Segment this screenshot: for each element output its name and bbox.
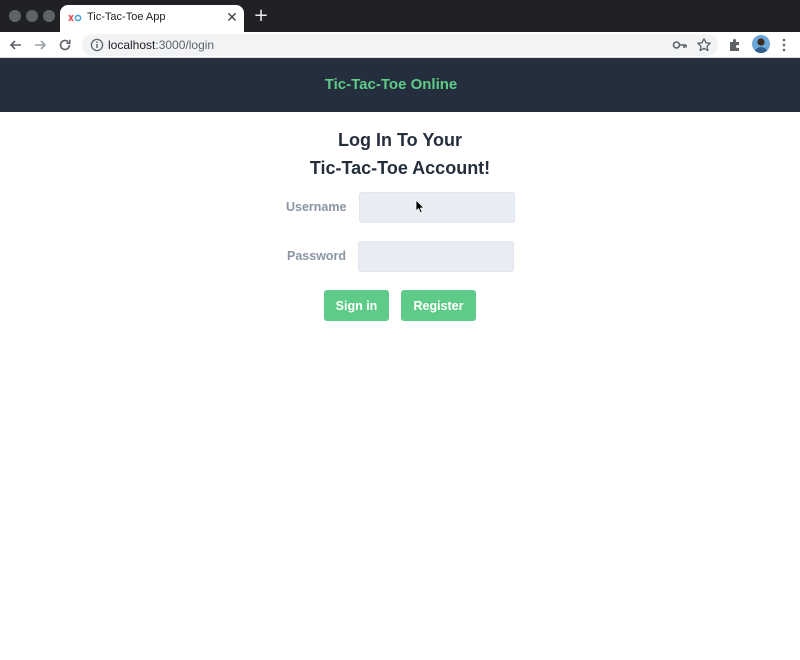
password-label: Password bbox=[287, 249, 347, 263]
url-host: localhost bbox=[108, 38, 156, 52]
address-bar[interactable]: localhost:3000/login bbox=[82, 34, 718, 56]
username-label: Username bbox=[286, 200, 347, 214]
window-zoom-button[interactable] bbox=[43, 10, 55, 22]
back-arrow-icon[interactable] bbox=[6, 35, 26, 55]
mouse-pointer-icon bbox=[415, 199, 425, 214]
puzzle-icon[interactable] bbox=[727, 37, 743, 53]
register-button[interactable]: Register bbox=[401, 290, 476, 321]
page-heading: Log In To Your Tic-Tac-Toe Account! bbox=[0, 126, 800, 182]
browser-toolbar: localhost:3000/login bbox=[0, 32, 800, 58]
info-icon[interactable] bbox=[90, 38, 104, 52]
browser-tab-strip: Tic-Tac-Toe App ✕ + bbox=[0, 0, 800, 32]
password-input[interactable] bbox=[358, 241, 514, 272]
tab-title: Tic-Tac-Toe App bbox=[87, 11, 166, 23]
url-path: :3000/login bbox=[155, 38, 215, 52]
heading-line-2: Tic-Tac-Toe Account! bbox=[309, 158, 491, 178]
forward-arrow-icon[interactable] bbox=[30, 35, 50, 55]
url-text: localhost:3000/login bbox=[108, 38, 214, 52]
key-icon[interactable] bbox=[672, 38, 688, 52]
heading-line-1: Log In To Your bbox=[338, 130, 462, 150]
window-close-button[interactable] bbox=[9, 10, 21, 22]
tic-tac-toe-favicon-icon bbox=[68, 11, 82, 25]
star-icon[interactable] bbox=[696, 37, 712, 53]
app-title[interactable]: Tic-Tac-Toe Online bbox=[0, 76, 782, 93]
kebab-menu-icon[interactable] bbox=[779, 37, 789, 53]
sign-in-button[interactable]: Sign in bbox=[324, 290, 389, 321]
avatar[interactable] bbox=[752, 35, 770, 53]
window-minimize-button[interactable] bbox=[26, 10, 38, 22]
close-tab-icon[interactable]: ✕ bbox=[224, 10, 240, 26]
username-input[interactable] bbox=[359, 192, 515, 223]
new-tab-icon[interactable]: + bbox=[251, 6, 271, 26]
browser-tab[interactable]: Tic-Tac-Toe App ✕ bbox=[60, 5, 244, 32]
reload-icon[interactable] bbox=[55, 35, 75, 55]
app-header: Tic-Tac-Toe Online bbox=[0, 58, 800, 112]
